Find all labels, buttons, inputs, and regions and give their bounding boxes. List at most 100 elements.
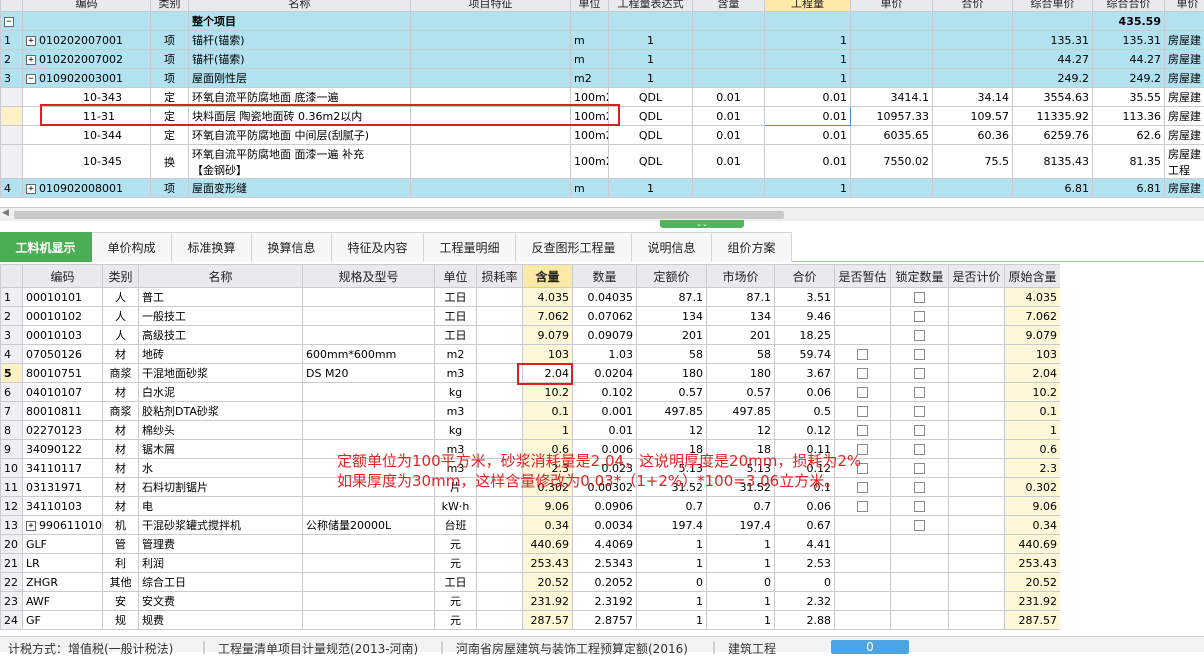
content-cell[interactable]: 4.035: [523, 288, 573, 307]
material-row[interactable]: 100010101人普工工日4.0350.0403587.187.13.514.…: [1, 288, 1061, 307]
content-cell[interactable]: 0.1: [523, 402, 573, 421]
tab-quantity-detail[interactable]: 工程量明细: [424, 232, 516, 262]
material-name[interactable]: 高级技工: [139, 326, 303, 345]
material-row[interactable]: 802270123材棉纱头kg10.0112120.121: [1, 421, 1061, 440]
loss-rate[interactable]: [477, 288, 523, 307]
material-spec[interactable]: [303, 288, 435, 307]
priced-cell[interactable]: [949, 326, 1005, 345]
material-unit[interactable]: 元: [435, 554, 477, 573]
estimate-cell[interactable]: [835, 497, 891, 516]
estimate-cell[interactable]: [835, 288, 891, 307]
material-spec[interactable]: [303, 307, 435, 326]
tab-reverse-lookup[interactable]: 反查图形工程量: [516, 232, 632, 262]
material-row[interactable]: 20GLF管管理费元440.694.4069114.41440.69: [1, 535, 1061, 554]
material-unit[interactable]: 台班: [435, 516, 477, 535]
header-content[interactable]: 含量: [523, 265, 573, 288]
material-name[interactable]: 管理费: [139, 535, 303, 554]
material-name[interactable]: 棉纱头: [139, 421, 303, 440]
header-type[interactable]: 类别: [103, 265, 139, 288]
expand-icon[interactable]: +: [26, 36, 36, 46]
loss-rate[interactable]: [477, 383, 523, 402]
collapse-icon[interactable]: −: [26, 74, 36, 84]
material-code[interactable]: 04010107: [23, 383, 103, 402]
lock-cell[interactable]: [891, 364, 949, 383]
priced-cell[interactable]: [949, 554, 1005, 573]
materials-grid[interactable]: 编码 类别 名称 规格及型号 单位 损耗率 含量 数量 定额价 市场价 合价 是…: [0, 264, 1060, 634]
priced-cell[interactable]: [949, 478, 1005, 497]
material-unit[interactable]: 元: [435, 611, 477, 630]
market-price[interactable]: 0: [707, 573, 775, 592]
material-unit[interactable]: kg: [435, 421, 477, 440]
material-code[interactable]: GLF: [23, 535, 103, 554]
quota-row[interactable]: 10-345 换 环氧自流平防腐地面 面漆一遍 补充【金钢砂】 100m2 QD…: [1, 145, 1204, 179]
active-cell[interactable]: 0.01: [765, 107, 851, 126]
lock-cell[interactable]: [891, 535, 949, 554]
material-name[interactable]: 白水泥: [139, 383, 303, 402]
loss-rate[interactable]: [477, 307, 523, 326]
loss-rate[interactable]: [477, 345, 523, 364]
bill-row[interactable]: 4 +010902008001 项 屋面变形缝 m 1 1 6.81 6.81 …: [1, 179, 1204, 198]
estimate-cell[interactable]: [835, 421, 891, 440]
loss-rate[interactable]: [477, 573, 523, 592]
material-name[interactable]: 利润: [139, 554, 303, 573]
material-code[interactable]: 07050126: [23, 345, 103, 364]
material-type[interactable]: 材: [103, 459, 139, 478]
horizontal-scrollbar[interactable]: ◀: [0, 207, 1204, 221]
quota-row[interactable]: 10-344 定 环氧自流平防腐地面 中间层(刮腻子) 100m2 QDL 0.…: [1, 126, 1204, 145]
material-type[interactable]: 机: [103, 516, 139, 535]
market-price[interactable]: 1: [707, 554, 775, 573]
material-row[interactable]: 23AWF安安文费元231.922.3192112.32231.92: [1, 592, 1061, 611]
qty-cell[interactable]: 4.4069: [573, 535, 637, 554]
header-expr[interactable]: 工程量表达式: [609, 0, 693, 12]
loss-rate[interactable]: [477, 326, 523, 345]
content-cell[interactable]: 20.52: [523, 573, 573, 592]
content-cell[interactable]: 7.062: [523, 307, 573, 326]
market-price[interactable]: 1: [707, 611, 775, 630]
material-name[interactable]: 一般技工: [139, 307, 303, 326]
tab-price-composition[interactable]: 单价构成: [92, 232, 172, 262]
material-type[interactable]: 材: [103, 478, 139, 497]
loss-rate[interactable]: [477, 402, 523, 421]
loss-rate[interactable]: [477, 516, 523, 535]
lock-cell[interactable]: [891, 326, 949, 345]
material-code[interactable]: +990611010: [23, 516, 103, 535]
material-type[interactable]: 人: [103, 307, 139, 326]
material-type[interactable]: 材: [103, 383, 139, 402]
material-name[interactable]: 规费: [139, 611, 303, 630]
priced-cell[interactable]: [949, 421, 1005, 440]
lock-checkbox[interactable]: [914, 292, 925, 303]
header-spec[interactable]: 规格及型号: [303, 265, 435, 288]
header-total[interactable]: 综合合价: [1093, 0, 1165, 12]
priced-cell[interactable]: [949, 345, 1005, 364]
material-unit[interactable]: 元: [435, 535, 477, 554]
header-orig-content[interactable]: 原始含量: [1005, 265, 1061, 288]
qty-cell[interactable]: 2.5343: [573, 554, 637, 573]
loss-rate[interactable]: [477, 611, 523, 630]
material-spec[interactable]: DS M20: [303, 364, 435, 383]
material-name[interactable]: 综合工日: [139, 573, 303, 592]
material-type[interactable]: 材: [103, 345, 139, 364]
material-type[interactable]: 人: [103, 288, 139, 307]
material-unit[interactable]: 工日: [435, 573, 477, 592]
material-spec[interactable]: [303, 326, 435, 345]
estimate-cell[interactable]: [835, 307, 891, 326]
material-name[interactable]: 干混地面砂浆: [139, 364, 303, 383]
material-code[interactable]: 00010101: [23, 288, 103, 307]
material-type[interactable]: 商浆: [103, 364, 139, 383]
lock-checkbox[interactable]: [914, 501, 925, 512]
material-spec[interactable]: [303, 421, 435, 440]
material-spec[interactable]: [303, 535, 435, 554]
header-code[interactable]: 编码: [23, 0, 151, 12]
header-price-extra[interactable]: 单价: [1165, 0, 1204, 12]
qty-cell[interactable]: 1.03: [573, 345, 637, 364]
header-sum[interactable]: 合价: [933, 0, 1013, 12]
scroll-left-icon[interactable]: ◀: [2, 208, 9, 218]
material-row[interactable]: 407050126材地砖600mm*600mmm21031.03585859.7…: [1, 345, 1061, 364]
bill-items-grid[interactable]: 编码 类别 名称 项目特征 单位 工程量表达式 含量 工程量 单价 合价 综合单…: [0, 0, 1204, 200]
material-spec[interactable]: 600mm*600mm: [303, 345, 435, 364]
qty-cell[interactable]: 0.04035: [573, 288, 637, 307]
material-type[interactable]: 其他: [103, 573, 139, 592]
content-cell[interactable]: 231.92: [523, 592, 573, 611]
estimate-cell[interactable]: [835, 345, 891, 364]
market-price[interactable]: 497.85: [707, 402, 775, 421]
